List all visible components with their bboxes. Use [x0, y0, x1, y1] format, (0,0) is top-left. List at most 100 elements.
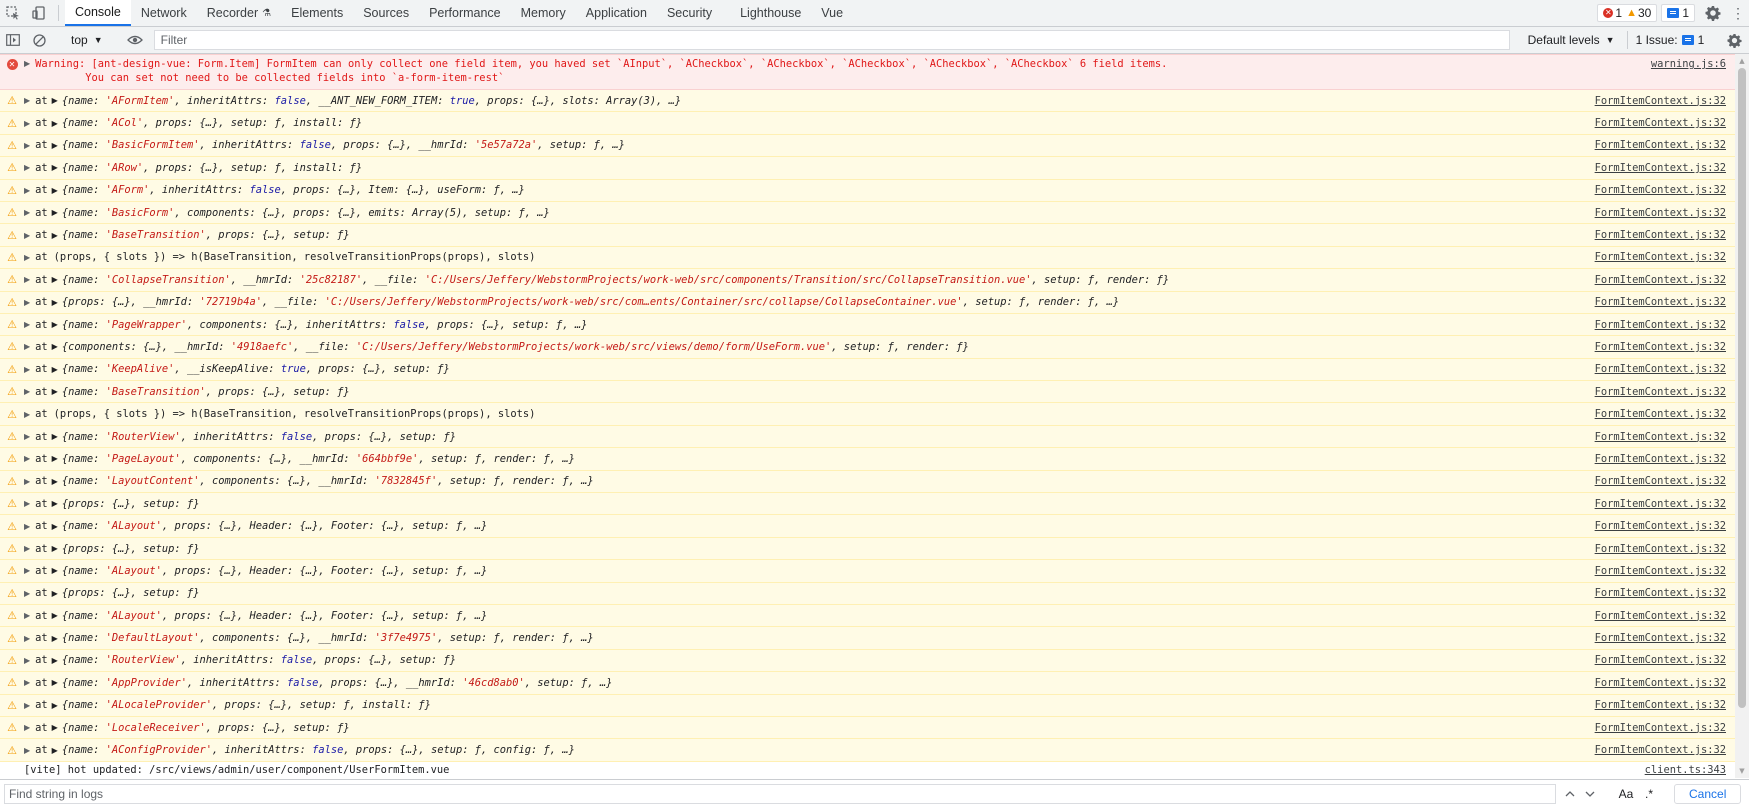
warning-row[interactable]: ⚠ ▶ at ▶ {name: 'BasicForm', components: {…}…: [0, 201, 1735, 225]
expand-triangle-icon[interactable]: ▶: [24, 656, 30, 665]
expand-triangle-icon[interactable]: ▶: [24, 387, 30, 396]
expand-triangle-icon[interactable]: ▶: [24, 253, 30, 262]
tab-vue[interactable]: Vue: [811, 0, 853, 26]
expand-triangle-icon[interactable]: ▶: [24, 275, 30, 284]
warning-source-link[interactable]: FormItemContext.js:32: [1595, 431, 1726, 443]
find-previous-icon[interactable]: [1560, 784, 1580, 804]
inspect-element-icon[interactable]: [0, 0, 26, 26]
warning-source-link[interactable]: FormItemContext.js:32: [1595, 610, 1726, 622]
expand-triangle-icon[interactable]: ▶: [24, 499, 30, 508]
expand-object-triangle-icon[interactable]: ▶: [52, 544, 58, 553]
expand-object-triangle-icon[interactable]: ▶: [52, 208, 58, 217]
expand-triangle-icon[interactable]: ▶: [24, 589, 30, 598]
info-message[interactable]: [vite] hot updated: /src/views/admin/use…: [0, 762, 1735, 778]
warning-row[interactable]: ⚠ ▶ at ▶ {name: 'DefaultLayout', components:…: [0, 627, 1735, 650]
warning-row[interactable]: ⚠ ▶ at ▶ {name: 'BaseTransition', props: {…}…: [0, 381, 1735, 404]
warning-source-link[interactable]: FormItemContext.js:32: [1595, 654, 1726, 666]
warning-row[interactable]: ⚠ ▶ at ▶ {name: 'ALayout', props: {…}, Heade…: [0, 560, 1735, 583]
live-expression-eye-icon[interactable]: [122, 27, 148, 53]
expand-object-triangle-icon[interactable]: ▶: [52, 432, 58, 441]
expand-object-triangle-icon[interactable]: ▶: [52, 611, 58, 620]
expand-triangle-icon[interactable]: ▶: [24, 342, 30, 351]
warning-source-link[interactable]: FormItemContext.js:32: [1595, 565, 1726, 577]
expand-triangle-icon[interactable]: ▶: [24, 186, 30, 195]
warning-row[interactable]: ⚠ ▶ at ▶ {name: 'AppProvider', inheritAttrs:…: [0, 672, 1735, 695]
tab-performance[interactable]: Performance: [419, 0, 511, 26]
tab-application[interactable]: Application: [576, 0, 657, 26]
tab-memory[interactable]: Memory: [511, 0, 576, 26]
expand-object-triangle-icon[interactable]: ▶: [52, 746, 58, 755]
expand-object-triangle-icon[interactable]: ▶: [52, 522, 58, 531]
find-next-icon[interactable]: [1580, 784, 1600, 804]
settings-gear-icon[interactable]: [1699, 5, 1727, 21]
expand-triangle-icon[interactable]: ▶: [24, 365, 30, 374]
sidebar-toggle-icon[interactable]: [0, 27, 26, 53]
warning-row[interactable]: ⚠ ▶ at ▶ {props: {…}, setup: ƒ} FormItemConte…: [0, 537, 1735, 561]
warning-source-link[interactable]: FormItemContext.js:32: [1595, 453, 1726, 465]
expand-triangle-icon[interactable]: ▶: [24, 59, 30, 68]
expand-triangle-icon[interactable]: ▶: [24, 611, 30, 620]
expand-object-triangle-icon[interactable]: ▶: [52, 342, 58, 351]
warning-source-link[interactable]: FormItemContext.js:32: [1595, 632, 1726, 644]
tab-network[interactable]: Network: [131, 0, 197, 26]
expand-triangle-icon[interactable]: ▶: [24, 119, 30, 128]
warning-row[interactable]: ⚠ ▶ at (props, { slots }) => h(BaseTransit…: [0, 403, 1735, 426]
issues-button[interactable]: 1 Issue: 1: [1626, 31, 1713, 49]
expand-triangle-icon[interactable]: ▶: [24, 96, 30, 105]
warning-row[interactable]: ⚠ ▶ at ▶ {name: 'ARow', props: {…}, setup: ƒ…: [0, 157, 1735, 180]
scroll-down-arrow-icon[interactable]: ▼: [1735, 764, 1749, 778]
more-options-icon[interactable]: ⋮: [1727, 5, 1749, 22]
tab-sources[interactable]: Sources: [353, 0, 419, 26]
expand-object-triangle-icon[interactable]: ▶: [52, 141, 58, 150]
tab-security[interactable]: Security: [657, 0, 722, 26]
warning-source-link[interactable]: FormItemContext.js:32: [1595, 251, 1726, 263]
warning-row[interactable]: ⚠ ▶ at ▶ {name: 'BaseTransition', props: {…}…: [0, 224, 1735, 247]
warning-row[interactable]: ⚠ ▶ at ▶ {name: 'ACol', props: {…}, setup: ƒ…: [0, 112, 1735, 135]
warning-source-link[interactable]: FormItemContext.js:32: [1595, 408, 1726, 420]
expand-triangle-icon[interactable]: ▶: [24, 432, 30, 441]
warning-row[interactable]: ⚠ ▶ at (props, { slots }) => h(BaseTransit…: [0, 246, 1735, 270]
tab-lighthouse[interactable]: Lighthouse: [730, 0, 811, 26]
warning-row[interactable]: ⚠ ▶ at ▶ {components: {…}, __hmrId: '4918aef…: [0, 336, 1735, 359]
warning-row[interactable]: ⚠ ▶ at ▶ {name: 'PageWrapper', components: {…: [0, 313, 1735, 337]
expand-triangle-icon[interactable]: ▶: [24, 701, 30, 710]
expand-triangle-icon[interactable]: ▶: [24, 522, 30, 531]
expand-triangle-icon[interactable]: ▶: [24, 454, 30, 463]
warning-row[interactable]: ⚠ ▶ at ▶ {name: 'BasicFormItem', inheritAttr…: [0, 134, 1735, 158]
warning-source-link[interactable]: FormItemContext.js:32: [1595, 139, 1726, 151]
error-message[interactable]: ✕ ▶ Warning: [ant-design-vue: Form.Item]…: [0, 54, 1735, 90]
warning-source-link[interactable]: FormItemContext.js:32: [1595, 296, 1726, 308]
warning-row[interactable]: ⚠ ▶ at ▶ {name: 'LayoutContent', components:…: [0, 470, 1735, 494]
expand-object-triangle-icon[interactable]: ▶: [52, 231, 58, 240]
warning-row[interactable]: ⚠ ▶ at ▶ {name: 'RouterView', inheritAttrs: …: [0, 425, 1735, 449]
expand-object-triangle-icon[interactable]: ▶: [52, 634, 58, 643]
warning-source-link[interactable]: FormItemContext.js:32: [1595, 274, 1726, 286]
warning-source-link[interactable]: FormItemContext.js:32: [1595, 587, 1726, 599]
scroll-up-arrow-icon[interactable]: ▲: [1735, 54, 1749, 68]
warning-row[interactable]: ⚠ ▶ at ▶ {name: 'ALocaleProvider', props: {……: [0, 694, 1735, 717]
match-case-button[interactable]: Aa: [1614, 784, 1638, 804]
regex-button[interactable]: .*: [1638, 784, 1660, 804]
find-input[interactable]: [4, 783, 1556, 804]
expand-triangle-icon[interactable]: ▶: [24, 678, 30, 687]
warning-source-link[interactable]: FormItemContext.js:32: [1595, 543, 1726, 555]
expand-triangle-icon[interactable]: ▶: [24, 298, 30, 307]
expand-triangle-icon[interactable]: ▶: [24, 544, 30, 553]
filter-input[interactable]: [153, 30, 1510, 50]
error-counter[interactable]: ✕ 1: [1603, 6, 1622, 20]
warning-source-link[interactable]: FormItemContext.js:32: [1595, 520, 1726, 532]
warning-row[interactable]: ⚠ ▶ at ▶ {name: 'ALayout', props: {…}, Heade…: [0, 515, 1735, 538]
expand-triangle-icon[interactable]: ▶: [24, 746, 30, 755]
warning-source-link[interactable]: FormItemContext.js:32: [1595, 117, 1726, 129]
warning-source-link[interactable]: FormItemContext.js:32: [1595, 386, 1726, 398]
expand-object-triangle-icon[interactable]: ▶: [52, 589, 58, 598]
console-counters[interactable]: ✕ 1 ▲ 30: [1597, 4, 1658, 22]
execution-context-select[interactable]: top ▼: [65, 27, 109, 53]
warning-source-link[interactable]: FormItemContext.js:32: [1595, 319, 1726, 331]
expand-object-triangle-icon[interactable]: ▶: [52, 298, 58, 307]
warning-source-link[interactable]: FormItemContext.js:32: [1595, 341, 1726, 353]
expand-object-triangle-icon[interactable]: ▶: [52, 477, 58, 486]
expand-object-triangle-icon[interactable]: ▶: [52, 119, 58, 128]
tab-elements[interactable]: Elements: [281, 0, 353, 26]
warning-row[interactable]: ⚠ ▶ at ▶ {name: 'KeepAlive', __isKeepAlive: …: [0, 358, 1735, 382]
